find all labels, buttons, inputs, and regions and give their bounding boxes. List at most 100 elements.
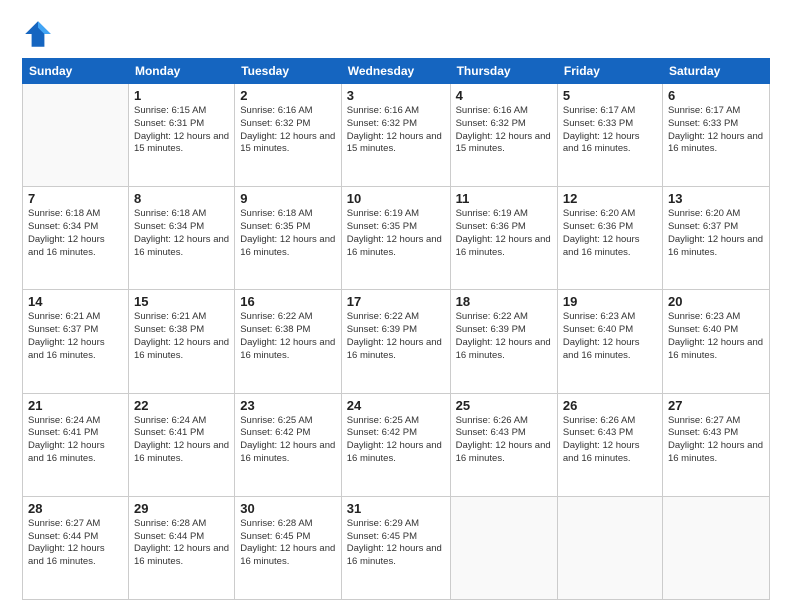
day-info: Sunrise: 6:25 AM Sunset: 6:42 PM Dayligh… (347, 415, 445, 466)
day-cell: 5 Sunrise: 6:17 AM Sunset: 6:33 PM Daylig… (557, 84, 662, 187)
day-info: Sunrise: 6:16 AM Sunset: 6:32 PM Dayligh… (240, 105, 336, 156)
day-info: Sunrise: 6:19 AM Sunset: 6:35 PM Dayligh… (347, 208, 445, 259)
col-header-tuesday: Tuesday (235, 59, 342, 84)
day-cell: 17 Sunrise: 6:22 AM Sunset: 6:39 PM Dayli… (341, 290, 450, 393)
day-cell: 18Sunrise: 6:22 AM Sunset: 6:39 PM Dayli… (450, 290, 557, 393)
day-cell: 29 Sunrise: 6:28 AM Sunset: 6:44 PM Dayli… (128, 496, 234, 599)
day-number: 3 (347, 88, 445, 103)
day-info: Sunrise: 6:29 AM Sunset: 6:45 PM Dayligh… (347, 518, 445, 569)
day-info: Sunrise: 6:28 AM Sunset: 6:44 PM Dayligh… (134, 518, 229, 569)
day-number: 1 (134, 88, 229, 103)
day-cell: 3 Sunrise: 6:16 AM Sunset: 6:32 PM Daylig… (341, 84, 450, 187)
day-cell: 16 Sunrise: 6:22 AM Sunset: 6:38 PM Dayli… (235, 290, 342, 393)
day-cell: 1 Sunrise: 6:15 AM Sunset: 6:31 PM Daylig… (128, 84, 234, 187)
week-row-4: 21 Sunrise: 6:24 AM Sunset: 6:41 PM Dayli… (23, 393, 770, 496)
page: SundayMondayTuesdayWednesdayThursdayFrid… (0, 0, 792, 612)
day-info: Sunrise: 6:24 AM Sunset: 6:41 PM Dayligh… (28, 415, 123, 466)
week-row-5: 28 Sunrise: 6:27 AM Sunset: 6:44 PM Dayli… (23, 496, 770, 599)
day-info: Sunrise: 6:24 AM Sunset: 6:41 PM Dayligh… (134, 415, 229, 466)
day-number: 15 (134, 294, 229, 309)
day-number: 13 (668, 191, 764, 206)
day-cell: 7 Sunrise: 6:18 AM Sunset: 6:34 PM Daylig… (23, 187, 129, 290)
day-number: 9 (240, 191, 336, 206)
day-info: Sunrise: 6:22 AM Sunset: 6:38 PM Dayligh… (240, 311, 336, 362)
col-header-wednesday: Wednesday (341, 59, 450, 84)
day-number: 10 (347, 191, 445, 206)
day-info: Sunrise: 6:18 AM Sunset: 6:35 PM Dayligh… (240, 208, 336, 259)
day-number: 25 (456, 398, 552, 413)
day-info: Sunrise: 6:17 AM Sunset: 6:33 PM Dayligh… (668, 105, 764, 156)
day-info: Sunrise: 6:28 AM Sunset: 6:45 PM Dayligh… (240, 518, 336, 569)
day-cell: 12 Sunrise: 6:20 AM Sunset: 6:36 PM Dayli… (557, 187, 662, 290)
calendar-header-row: SundayMondayTuesdayWednesdayThursdayFrid… (23, 59, 770, 84)
day-cell: 13 Sunrise: 6:20 AM Sunset: 6:37 PM Dayli… (662, 187, 769, 290)
day-cell: 8 Sunrise: 6:18 AM Sunset: 6:34 PM Daylig… (128, 187, 234, 290)
day-cell: 20 Sunrise: 6:23 AM Sunset: 6:40 PM Dayli… (662, 290, 769, 393)
day-cell: 30 Sunrise: 6:28 AM Sunset: 6:45 PM Dayli… (235, 496, 342, 599)
week-row-3: 14 Sunrise: 6:21 AM Sunset: 6:37 PM Dayli… (23, 290, 770, 393)
col-header-friday: Friday (557, 59, 662, 84)
day-cell: 9 Sunrise: 6:18 AM Sunset: 6:35 PM Daylig… (235, 187, 342, 290)
week-row-1: 1 Sunrise: 6:15 AM Sunset: 6:31 PM Daylig… (23, 84, 770, 187)
day-cell: 27Sunrise: 6:27 AM Sunset: 6:43 PM Dayli… (662, 393, 769, 496)
day-number: 12 (563, 191, 657, 206)
day-cell: 11Sunrise: 6:19 AM Sunset: 6:36 PM Dayli… (450, 187, 557, 290)
day-info: Sunrise: 6:22 AM Sunset: 6:39 PM Dayligh… (347, 311, 445, 362)
day-cell (662, 496, 769, 599)
day-cell: 22 Sunrise: 6:24 AM Sunset: 6:41 PM Dayli… (128, 393, 234, 496)
col-header-thursday: Thursday (450, 59, 557, 84)
day-number: 29 (134, 501, 229, 516)
day-number: 7 (28, 191, 123, 206)
day-number: 26 (563, 398, 657, 413)
day-number: 16 (240, 294, 336, 309)
day-number: 30 (240, 501, 336, 516)
col-header-saturday: Saturday (662, 59, 769, 84)
day-number: 24 (347, 398, 445, 413)
day-cell: 19Sunrise: 6:23 AM Sunset: 6:40 PM Dayli… (557, 290, 662, 393)
day-info: Sunrise: 6:18 AM Sunset: 6:34 PM Dayligh… (28, 208, 123, 259)
day-info: Sunrise: 6:20 AM Sunset: 6:36 PM Dayligh… (563, 208, 657, 259)
day-info: Sunrise: 6:25 AM Sunset: 6:42 PM Dayligh… (240, 415, 336, 466)
day-info: Sunrise: 6:26 AM Sunset: 6:43 PM Dayligh… (456, 415, 552, 466)
day-number: 27 (668, 398, 764, 413)
day-number: 14 (28, 294, 123, 309)
day-info: Sunrise: 6:17 AM Sunset: 6:33 PM Dayligh… (563, 105, 657, 156)
day-cell (23, 84, 129, 187)
day-info: Sunrise: 6:21 AM Sunset: 6:37 PM Dayligh… (28, 311, 123, 362)
day-cell (557, 496, 662, 599)
day-info: Sunrise: 6:19 AM Sunset: 6:36 PM Dayligh… (456, 208, 552, 259)
day-cell: 26Sunrise: 6:26 AM Sunset: 6:43 PM Dayli… (557, 393, 662, 496)
day-cell (450, 496, 557, 599)
day-info: Sunrise: 6:16 AM Sunset: 6:32 PM Dayligh… (456, 105, 552, 156)
day-number: 20 (668, 294, 764, 309)
col-header-monday: Monday (128, 59, 234, 84)
day-cell: 10 Sunrise: 6:19 AM Sunset: 6:35 PM Dayli… (341, 187, 450, 290)
logo (22, 18, 60, 50)
header (22, 18, 770, 50)
day-number: 8 (134, 191, 229, 206)
col-header-sunday: Sunday (23, 59, 129, 84)
day-info: Sunrise: 6:23 AM Sunset: 6:40 PM Dayligh… (668, 311, 764, 362)
day-cell: 6 Sunrise: 6:17 AM Sunset: 6:33 PM Daylig… (662, 84, 769, 187)
day-info: Sunrise: 6:15 AM Sunset: 6:31 PM Dayligh… (134, 105, 229, 156)
day-cell: 21 Sunrise: 6:24 AM Sunset: 6:41 PM Dayli… (23, 393, 129, 496)
day-cell: 4Sunrise: 6:16 AM Sunset: 6:32 PM Daylig… (450, 84, 557, 187)
day-number: 17 (347, 294, 445, 309)
day-info: Sunrise: 6:20 AM Sunset: 6:37 PM Dayligh… (668, 208, 764, 259)
day-info: Sunrise: 6:18 AM Sunset: 6:34 PM Dayligh… (134, 208, 229, 259)
day-number: 2 (240, 88, 336, 103)
day-number: 21 (28, 398, 123, 413)
week-row-2: 7 Sunrise: 6:18 AM Sunset: 6:34 PM Daylig… (23, 187, 770, 290)
day-info: Sunrise: 6:27 AM Sunset: 6:44 PM Dayligh… (28, 518, 123, 569)
day-cell: 28 Sunrise: 6:27 AM Sunset: 6:44 PM Dayli… (23, 496, 129, 599)
logo-icon (22, 18, 54, 50)
day-number: 5 (563, 88, 657, 103)
day-number: 22 (134, 398, 229, 413)
day-cell: 25 Sunrise: 6:26 AM Sunset: 6:43 PM Dayli… (450, 393, 557, 496)
day-info: Sunrise: 6:22 AM Sunset: 6:39 PM Dayligh… (456, 311, 552, 362)
day-info: Sunrise: 6:16 AM Sunset: 6:32 PM Dayligh… (347, 105, 445, 156)
day-number: 6 (668, 88, 764, 103)
calendar: SundayMondayTuesdayWednesdayThursdayFrid… (22, 58, 770, 600)
day-number: 28 (28, 501, 123, 516)
day-cell: 24 Sunrise: 6:25 AM Sunset: 6:42 PM Dayli… (341, 393, 450, 496)
